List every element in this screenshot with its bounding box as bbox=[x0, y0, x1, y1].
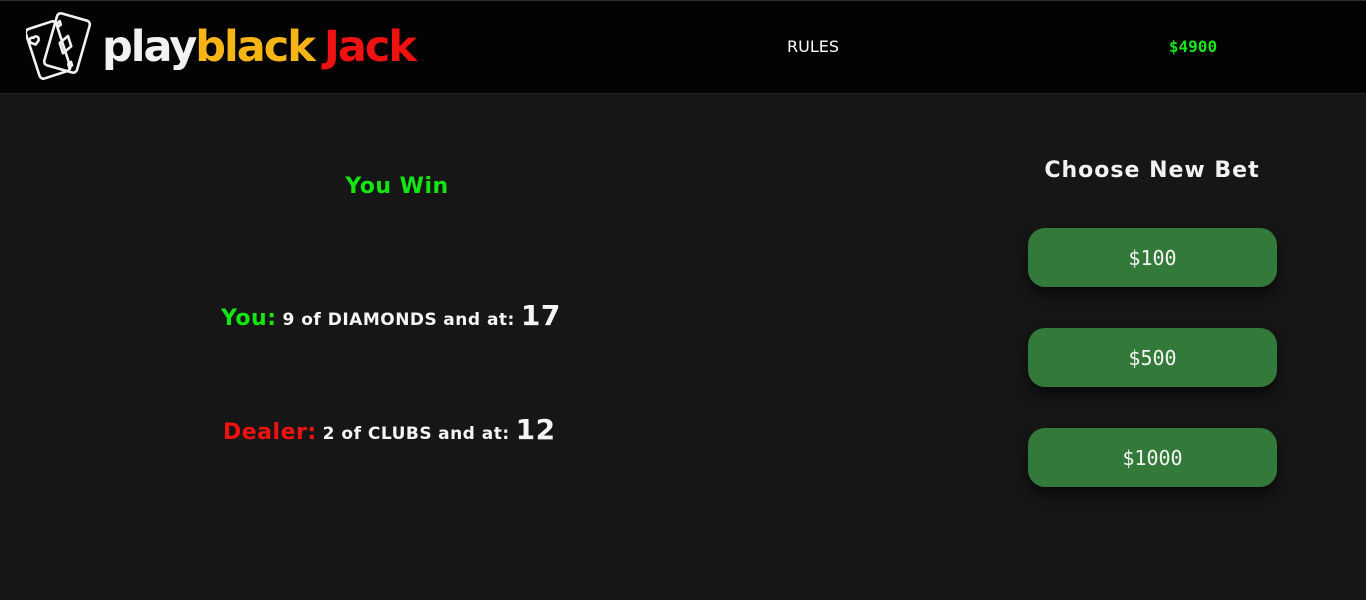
player-total: 17 bbox=[520, 299, 561, 332]
dealer-hand-line: Dealer: 2 of CLUBS and at: 12 bbox=[223, 413, 556, 446]
logo-home-link[interactable]: playblack Jack bbox=[26, 10, 417, 84]
player-hand-line: You: 9 of DIAMONDS and at: 17 bbox=[221, 299, 561, 332]
logo-word-black: black bbox=[195, 21, 316, 72]
bet-100-button[interactable]: $100 bbox=[1028, 228, 1277, 287]
logo-wordmark: playblack Jack bbox=[102, 25, 417, 69]
logo-word-jack: Jack bbox=[323, 21, 417, 72]
bet-500-button[interactable]: $500 bbox=[1028, 328, 1277, 387]
dealer-card: 2 of CLUBS bbox=[322, 424, 433, 444]
logo-word-play: play bbox=[102, 21, 197, 72]
dealer-total: 12 bbox=[515, 413, 556, 446]
bet-1000-button[interactable]: $1000 bbox=[1028, 428, 1277, 487]
top-navbar: playblack Jack RULES $4900 bbox=[0, 0, 1366, 94]
dealer-label: Dealer: bbox=[223, 420, 317, 445]
player-label: You: bbox=[221, 306, 277, 331]
dealer-and-at: and at: bbox=[438, 424, 510, 444]
rules-link[interactable]: RULES bbox=[770, 37, 856, 56]
playing-cards-icon bbox=[26, 12, 92, 80]
player-card: 9 of DIAMONDS bbox=[282, 310, 438, 330]
result-message: You Win bbox=[345, 174, 449, 199]
player-and-at: and at: bbox=[443, 310, 515, 330]
balance-display: $4900 bbox=[1168, 37, 1218, 56]
bet-panel-title: Choose New Bet bbox=[1044, 158, 1260, 183]
